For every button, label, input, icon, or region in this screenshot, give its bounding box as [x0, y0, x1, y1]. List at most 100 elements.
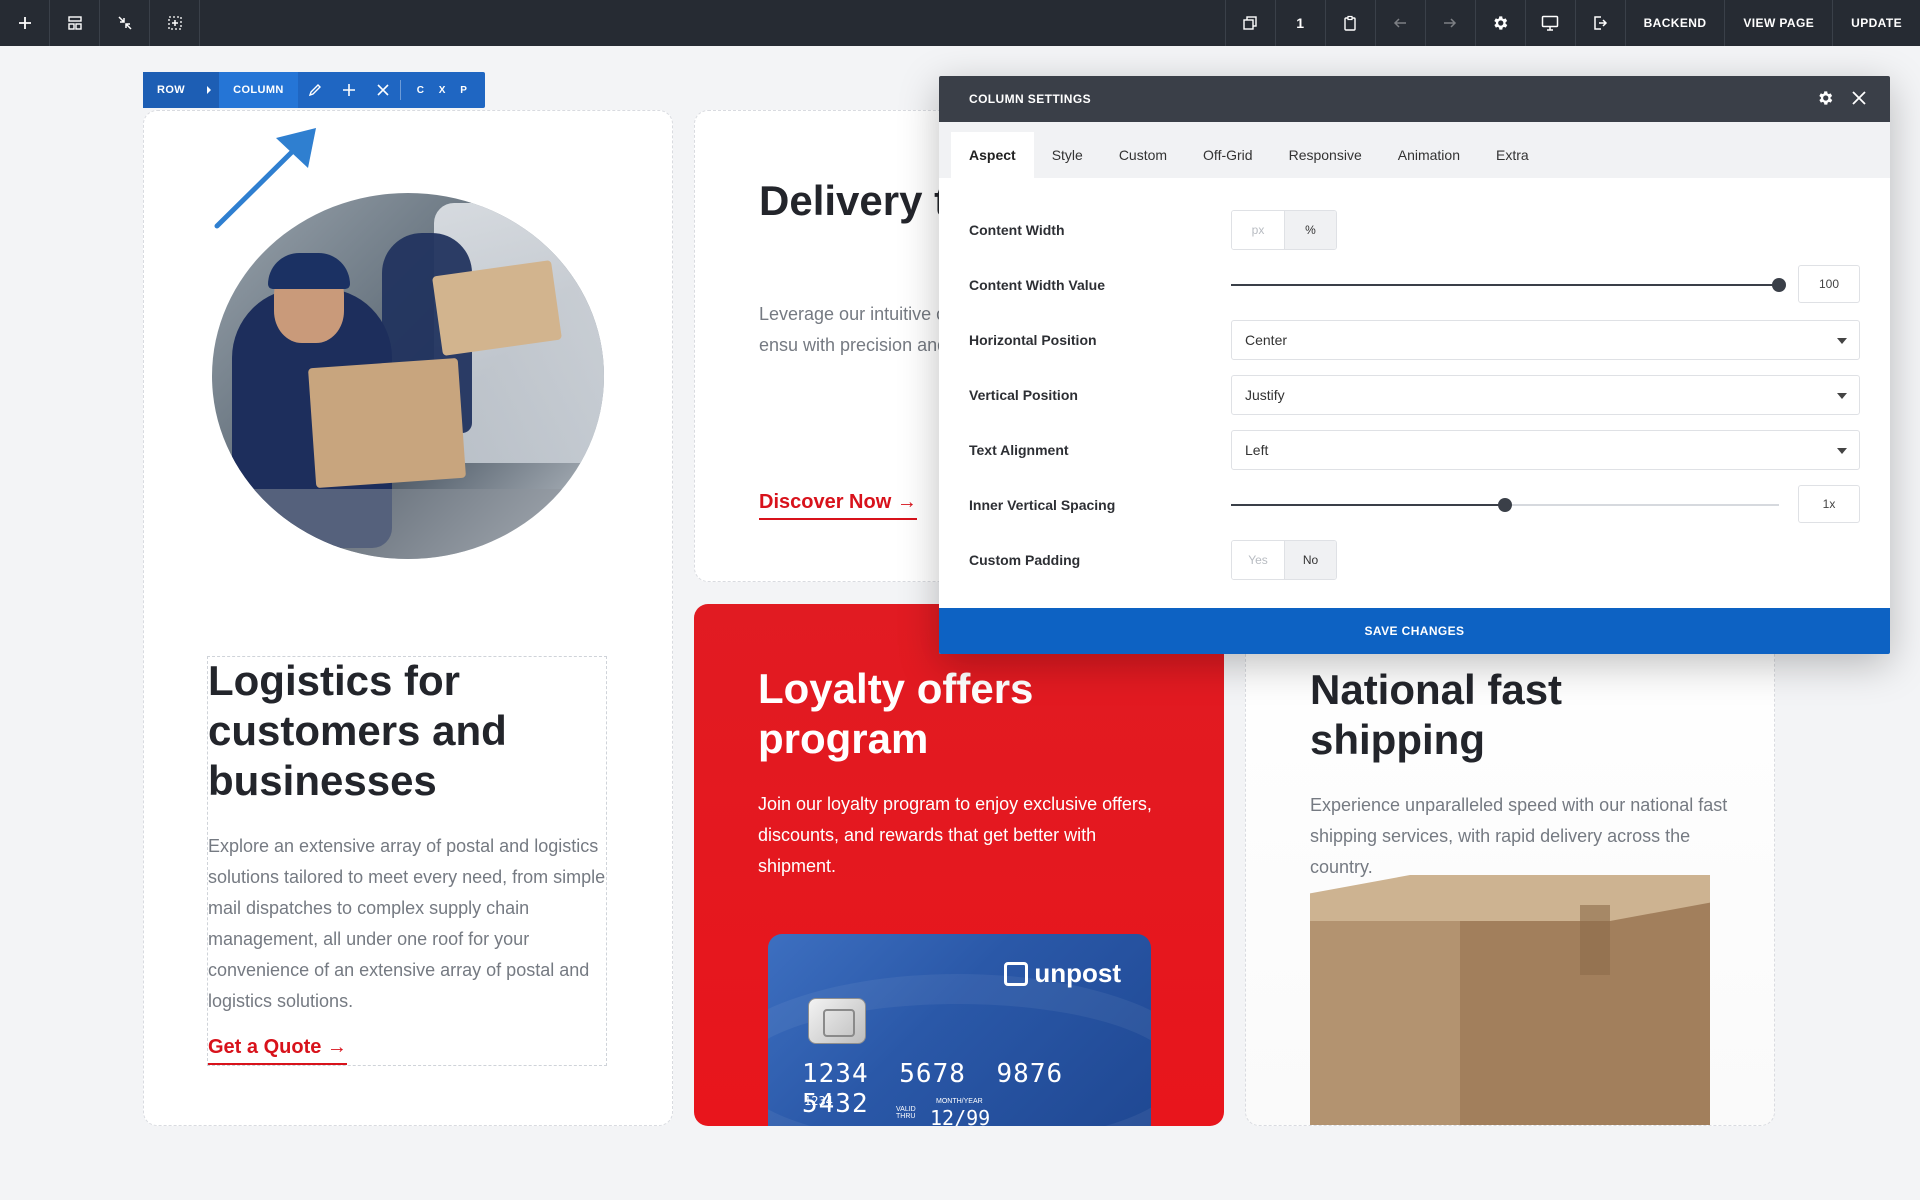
responsive-preview-button[interactable] [1524, 0, 1575, 46]
pencil-icon [308, 84, 321, 97]
inner-vertical-spacing-input[interactable]: 1x [1798, 485, 1860, 523]
row-button[interactable]: ROW [143, 72, 200, 108]
chip-icon [808, 998, 866, 1044]
layout-icon [67, 16, 82, 30]
horizontal-position-value: Center [1245, 332, 1288, 348]
vertical-position-value: Justify [1245, 387, 1285, 403]
content-width-slider[interactable] [1231, 278, 1786, 292]
row-column-controls: ROW COLUMN C X P [143, 72, 485, 108]
card-valid-label: VALID THRU [896, 1106, 916, 1120]
top-toolbar: 1 BACKEND VIEW PAGE UPDATE [0, 0, 1920, 46]
chevron-down-icon [1837, 393, 1847, 399]
page-number-indicator[interactable]: 1 [1274, 0, 1325, 46]
slider-handle[interactable] [1772, 278, 1786, 292]
content-width-value-label: Content Width Value [969, 277, 1105, 293]
cxp-controls[interactable]: C X P [399, 80, 485, 100]
content-width-row: Content Width px % [969, 210, 1860, 265]
custom-padding-row: Custom Padding Yes No [969, 540, 1860, 595]
redo-button[interactable] [1424, 0, 1475, 46]
clone-button[interactable] [1224, 0, 1275, 46]
logo-icon [1004, 961, 1029, 986]
padding-no-option[interactable]: No [1284, 541, 1336, 579]
save-changes-button[interactable]: SAVE CHANGES [939, 608, 1890, 654]
content-width-value-row: Content Width Value 100 [969, 265, 1860, 320]
horizontal-position-label: Horizontal Position [969, 332, 1097, 348]
padding-yes-option[interactable]: Yes [1232, 541, 1284, 579]
loyalty-heading: Loyalty offers program [758, 665, 1034, 762]
chevron-down-icon [1837, 338, 1847, 344]
cardboard-box-image [1310, 875, 1710, 1125]
loyalty-text: Join our loyalty program to enjoy exclus… [758, 794, 1152, 876]
slider-handle[interactable] [1498, 498, 1512, 512]
add-section-button[interactable] [150, 0, 200, 46]
slider-fill [1231, 284, 1779, 286]
add-element-button[interactable] [0, 0, 50, 46]
logistics-column[interactable]: Logistics for customers and businesses E… [143, 110, 673, 1126]
templates-button[interactable] [50, 0, 100, 46]
unit-percent-option[interactable]: % [1284, 211, 1336, 249]
annotation-arrow-up-right [214, 128, 316, 229]
copy-icon [1243, 16, 1257, 30]
tab-animation[interactable]: Animation [1380, 132, 1478, 178]
clipboard-button[interactable] [1324, 0, 1375, 46]
credit-card-image: unpost 1234 5678 9876 5432 1234 VALID TH… [768, 934, 1151, 1126]
discover-now-link[interactable]: Discover Now → [759, 491, 917, 520]
content-width-unit-toggle: px % [1231, 210, 1337, 250]
backend-button[interactable]: BACKEND [1624, 0, 1725, 46]
vertical-position-label: Vertical Position [969, 387, 1078, 403]
horizontal-position-select[interactable]: Center [1231, 320, 1860, 360]
add-column-button[interactable] [331, 72, 366, 108]
logistics-heading: Logistics for customers and businesses [208, 657, 507, 804]
content-width-label: Content Width [969, 222, 1065, 238]
arrow-right-icon [1444, 18, 1457, 28]
view-page-button[interactable]: VIEW PAGE [1724, 0, 1832, 46]
text-alignment-value: Left [1245, 442, 1269, 458]
plus-icon [342, 84, 355, 96]
breadcrumb-arrow [199, 72, 220, 108]
chevron-down-icon [1837, 448, 1847, 454]
collapse-button[interactable] [100, 0, 150, 46]
undo-button[interactable] [1374, 0, 1425, 46]
exit-icon [1594, 16, 1608, 30]
settings-tabs: Aspect Style Custom Off-Grid Responsive … [939, 122, 1890, 178]
card-small-number: 1234 [804, 1094, 833, 1108]
tab-custom[interactable]: Custom [1101, 132, 1185, 178]
monitor-icon [1541, 15, 1559, 31]
tab-extra[interactable]: Extra [1478, 132, 1547, 178]
text-alignment-select[interactable]: Left [1231, 430, 1860, 470]
get-quote-link[interactable]: Get a Quote → [208, 1036, 347, 1065]
vertical-position-row: Vertical Position Justify [969, 375, 1860, 430]
edit-column-button[interactable] [297, 72, 332, 108]
vertical-position-select[interactable]: Justify [1231, 375, 1860, 415]
national-shipping-card[interactable]: National fast shipping Experience unpara… [1245, 604, 1775, 1126]
page-settings-button[interactable] [1474, 0, 1525, 46]
inner-vertical-spacing-slider[interactable] [1231, 498, 1779, 512]
tab-aspect[interactable]: Aspect [951, 132, 1034, 178]
update-button[interactable]: UPDATE [1832, 0, 1920, 46]
delete-column-button[interactable] [365, 72, 400, 108]
card-month-year-label: MONTH/YEAR [936, 1098, 983, 1105]
content-width-value-input[interactable]: 100 [1798, 265, 1860, 303]
aspect-form: Content Width px % Content Width Value 1… [969, 210, 1860, 595]
national-heading: National fast shipping [1310, 666, 1563, 763]
text-alignment-label: Text Alignment [969, 442, 1069, 458]
slider-fill [1231, 504, 1505, 506]
exit-editor-button[interactable] [1574, 0, 1625, 46]
workers-photo [212, 193, 604, 559]
panel-title: COLUMN SETTINGS [969, 92, 1091, 106]
gear-icon[interactable] [1816, 89, 1834, 107]
row-label: ROW [157, 84, 186, 96]
section-plus-icon [167, 16, 182, 30]
loyalty-card[interactable]: Loyalty offers program Join our loyalty … [694, 604, 1224, 1126]
panel-header: COLUMN SETTINGS [939, 76, 1890, 122]
close-icon[interactable] [1850, 89, 1868, 107]
tab-off-grid[interactable]: Off-Grid [1185, 132, 1271, 178]
tab-style[interactable]: Style [1034, 132, 1101, 178]
tab-responsive[interactable]: Responsive [1271, 132, 1380, 178]
page-number: 1 [1296, 15, 1304, 31]
panel-header-icons [1816, 89, 1868, 107]
close-icon [377, 84, 389, 96]
card-expiry: 12/99 [930, 1106, 991, 1126]
column-button[interactable]: COLUMN [219, 72, 298, 108]
unit-px-option[interactable]: px [1232, 211, 1284, 249]
